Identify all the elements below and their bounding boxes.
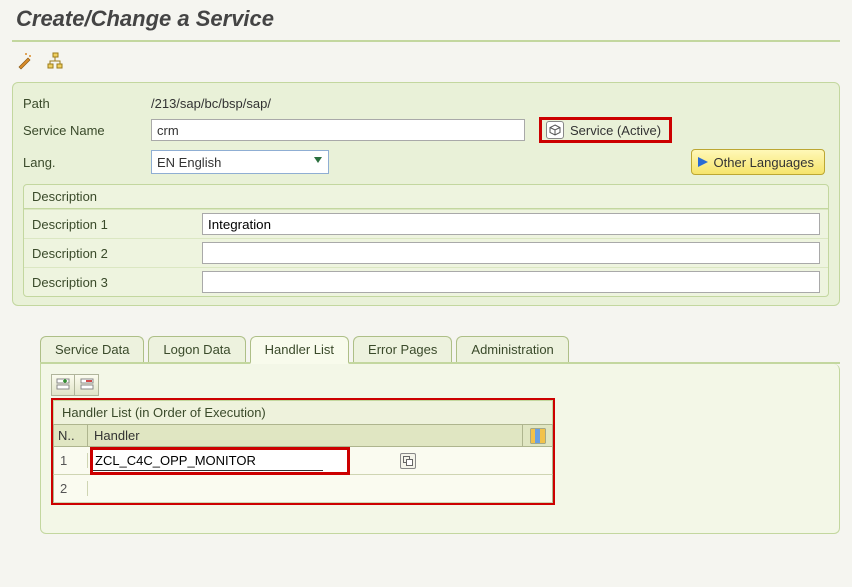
description-3-label: Description 3: [32, 275, 202, 290]
col-header-handler[interactable]: Handler: [88, 425, 522, 446]
arrow-right-icon: [698, 157, 708, 167]
handler-grid-title: Handler List (in Order of Execution): [53, 400, 553, 424]
delete-row-icon: [80, 378, 94, 392]
table-settings-icon: [530, 428, 546, 444]
service-name-input[interactable]: crm: [151, 119, 525, 141]
magic-wand-icon: [16, 52, 34, 70]
handler-grid-header: N.. Handler: [53, 424, 553, 447]
column-config-button[interactable]: [522, 425, 552, 446]
hierarchy-icon: [46, 52, 64, 70]
description-group-title: Description: [24, 185, 828, 209]
path-value: /213/sap/bc/bsp/sap/: [151, 96, 271, 111]
delete-row-button[interactable]: [75, 374, 99, 396]
description-group: Description Description 1 Description 2 …: [23, 184, 829, 297]
tab-handler-list[interactable]: Handler List: [250, 336, 349, 364]
language-value: EN English: [157, 155, 221, 170]
other-languages-button[interactable]: Other Languages: [691, 149, 825, 175]
service-name-label: Service Name: [23, 123, 151, 138]
handler-cell-highlight: [90, 447, 350, 475]
lang-label: Lang.: [23, 155, 151, 170]
row-2-number: 2: [54, 481, 88, 496]
language-select[interactable]: EN English: [151, 150, 329, 174]
row-1-number: 1: [54, 453, 88, 468]
service-name-value: crm: [157, 123, 179, 138]
chevron-down-icon: [314, 157, 322, 163]
handler-class-input[interactable]: [93, 451, 323, 471]
tab-service-data[interactable]: Service Data: [40, 336, 144, 362]
table-row[interactable]: 2: [53, 475, 553, 503]
service-status-text: Service (Active): [570, 123, 661, 138]
tab-logon-data[interactable]: Logon Data: [148, 336, 245, 362]
description-1-label: Description 1: [32, 217, 202, 232]
title-underline: [12, 40, 840, 42]
app-toolbar: [12, 46, 840, 82]
tab-strip: Service Data Logon Data Handler List Err…: [40, 334, 840, 364]
other-languages-label: Other Languages: [714, 155, 814, 170]
hierarchy-button[interactable]: [44, 50, 66, 72]
value-help-button[interactable]: [400, 453, 416, 469]
description-2-input[interactable]: [202, 242, 820, 264]
path-label: Path: [23, 96, 151, 111]
edit-toggle-button[interactable]: [14, 50, 36, 72]
page-title: Create/Change a Service: [12, 0, 840, 40]
insert-row-button[interactable]: [51, 374, 75, 396]
service-status-box: Service (Active): [539, 117, 672, 143]
table-row[interactable]: 1: [53, 447, 553, 475]
description-1-input[interactable]: [202, 213, 820, 235]
tab-error-pages[interactable]: Error Pages: [353, 336, 452, 362]
service-form-panel: Path /213/sap/bc/bsp/sap/ Service Name c…: [12, 82, 840, 306]
col-header-number[interactable]: N..: [54, 425, 88, 446]
description-2-label: Description 2: [32, 246, 202, 261]
description-3-input[interactable]: [202, 271, 820, 293]
insert-row-icon: [56, 378, 70, 392]
handler-grid-highlight: Handler List (in Order of Execution) N..…: [51, 398, 555, 505]
handler-list-panel: Handler List (in Order of Execution) N..…: [40, 364, 840, 534]
cube-icon: [546, 121, 564, 139]
value-help-icon: [403, 456, 413, 466]
tab-administration[interactable]: Administration: [456, 336, 568, 362]
